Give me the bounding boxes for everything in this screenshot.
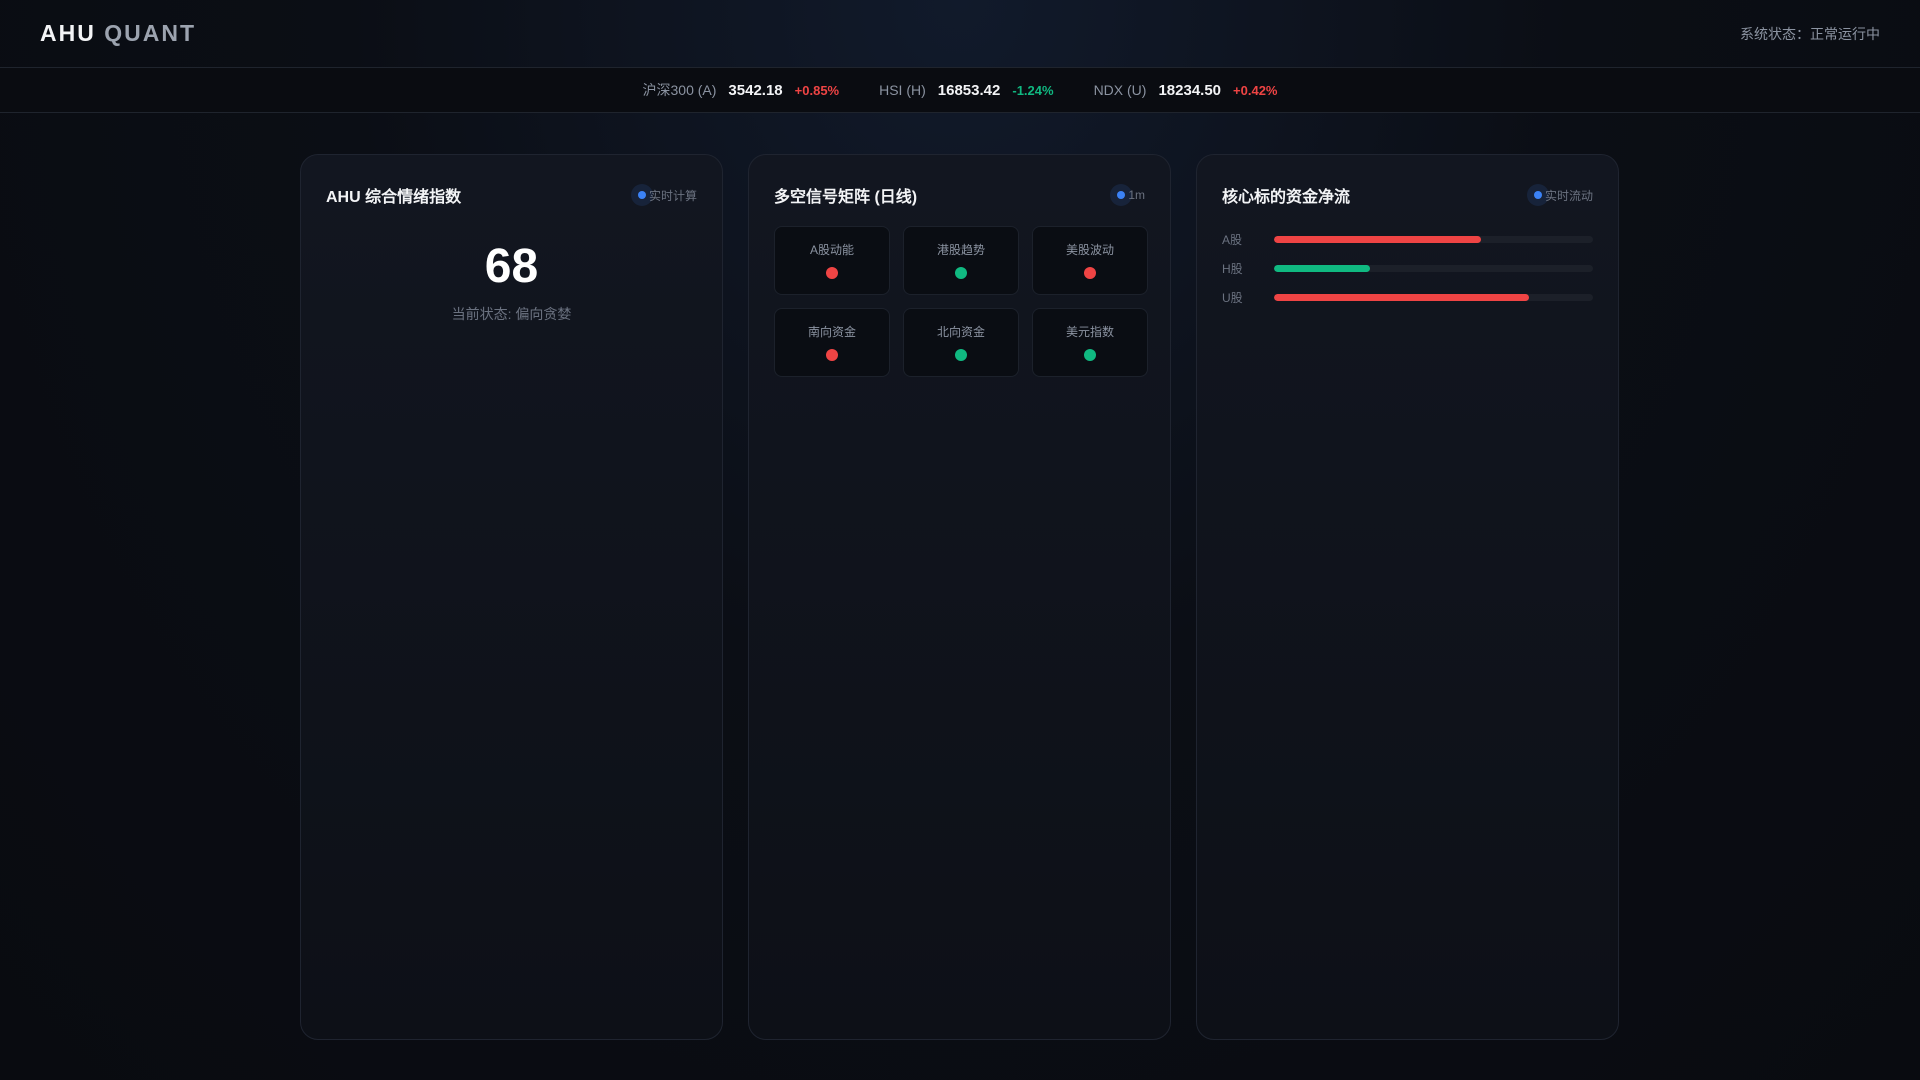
app-logo: AHU QUANT	[40, 20, 197, 46]
flow-bar-fill	[1274, 236, 1482, 243]
signal-grid: A股动能 港股趋势 美股波动南向资金 北向资金 美元指数	[774, 226, 1148, 377]
card-title: AHU 综合情绪指数	[326, 189, 462, 206]
live-badge: 实时计算	[630, 184, 697, 206]
signal-dot-icon	[1084, 267, 1096, 279]
signal-cell: 北向资金	[903, 308, 1019, 377]
sentiment-card: AHU 综合情绪指数 实时计算 68 当前状态: 偏向贪婪	[300, 154, 723, 1040]
sentiment-score: 68	[484, 240, 539, 293]
flow-row: A股	[1222, 225, 1593, 254]
card-title: 核心标的资金净流	[1222, 189, 1351, 206]
signal-cell: 美股波动	[1032, 226, 1148, 295]
ticker-item: HSI (H) 16853.42 -1.24%	[879, 81, 1054, 99]
signal-cell: 港股趋势	[903, 226, 1019, 295]
flow-bar-track	[1274, 265, 1593, 272]
card-title: 多空信号矩阵 (日线)	[774, 189, 918, 206]
flow-row: H股	[1222, 254, 1593, 283]
signal-cell: A股动能	[774, 226, 890, 295]
signal-cell: 南向资金	[774, 308, 890, 377]
signal-dot-icon	[955, 267, 967, 279]
top-header: AHU QUANT 系统状态：正常运行中	[0, 0, 1920, 68]
flow-row: U股	[1222, 283, 1593, 312]
fund-flow-card: 核心标的资金净流 实时流动 A股 H股 U股	[1196, 154, 1619, 1040]
signal-dot-icon	[826, 267, 838, 279]
signal-dot-icon	[1084, 349, 1096, 361]
flow-bar-track	[1274, 236, 1593, 243]
signal-dot-icon	[826, 349, 838, 361]
live-badge: 1m	[1110, 184, 1145, 206]
ticker-item: 沪深300 (A) 3542.18 +0.85%	[642, 81, 840, 99]
signal-cell: 美元指数	[1032, 308, 1148, 377]
flow-bar-fill	[1274, 294, 1530, 301]
flow-bar-fill	[1274, 265, 1370, 272]
signal-dot-icon	[955, 349, 967, 361]
fund-flow-list: A股 H股 U股	[1222, 225, 1593, 312]
sentiment-state: 当前状态: 偏向贪婪	[451, 306, 572, 322]
live-badge: 实时流动	[1526, 184, 1593, 206]
system-status: 系统状态：正常运行中	[1740, 25, 1880, 42]
market-ticker: 沪深300 (A) 3542.18 +0.85% HSI (H) 16853.42 -1…	[0, 68, 1920, 113]
ticker-item: NDX (U) 18234.50 +0.42%	[1093, 81, 1278, 99]
flow-bar-track	[1274, 294, 1593, 301]
signal-matrix-card: 多空信号矩阵 (日线) 1m A股动能 港股趋势 美股波动南向资金 北向资金 美元指数	[748, 154, 1171, 1040]
